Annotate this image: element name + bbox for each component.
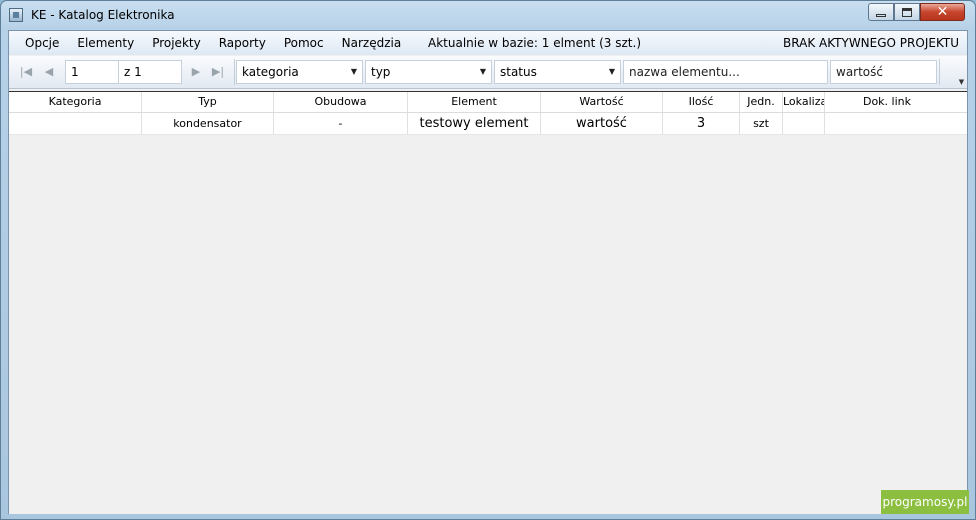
type-select-value: typ [371,65,391,79]
active-project-status: BRAK AKTYWNEGO PROJEKTU [783,36,959,50]
chevron-down-icon: ▼ [608,67,615,76]
menu-opcje[interactable]: Opcje [16,31,68,55]
column-header-kategoria[interactable]: Kategoria [9,92,142,112]
toolbar-separator [939,59,940,85]
menu-bar: Opcje Elementy Projekty Raporty Pomoc Na… [9,31,967,55]
column-header-obudowa[interactable]: Obudowa [274,92,408,112]
table-header: Kategoria Typ Obudowa Element Wartość Il… [9,92,967,113]
status-select[interactable]: status ▼ [494,60,621,84]
minimize-button[interactable] [868,3,894,21]
maximize-icon [902,7,912,17]
chevron-down-icon: ▼ [479,67,486,76]
column-header-element[interactable]: Element [408,92,541,112]
cell-obudowa[interactable]: - [274,113,408,134]
main-client-area: Opcje Elementy Projekty Raporty Pomoc Na… [8,30,968,514]
first-page-icon[interactable]: |◀ [19,65,33,79]
close-button[interactable]: ✕ [920,3,965,21]
table-row[interactable]: kondensator - testowy element wartość 3 … [9,113,967,135]
window-title: KE - Katalog Elektronika [31,8,175,22]
category-select[interactable]: kategoria ▼ [236,60,363,84]
next-page-icon[interactable]: ▶ [189,65,203,79]
elements-table: Kategoria Typ Obudowa Element Wartość Il… [9,91,967,514]
menu-narzedzia[interactable]: Narzędzia [333,31,411,55]
toolbar-overflow-icon[interactable]: ▼ [957,78,966,87]
maximize-button[interactable] [894,3,920,21]
column-header-wartosc[interactable]: Wartość [541,92,663,112]
cell-wartosc[interactable]: wartość [541,113,663,134]
type-select[interactable]: typ ▼ [365,60,492,84]
status-select-value: status [500,65,537,79]
title-bar[interactable]: KE - Katalog Elektronika ✕ [1,1,975,29]
page-count-label: z 1 [119,60,182,84]
column-header-ilosc[interactable]: Ilość [663,92,740,112]
close-icon: ✕ [936,4,949,20]
cell-element[interactable]: testowy element [408,113,541,134]
minimize-icon [876,13,886,17]
cell-jedn[interactable]: szt [740,113,783,134]
menu-projekty[interactable]: Projekty [143,31,210,55]
cell-lokalizacja[interactable] [783,113,825,134]
menu-pomoc[interactable]: Pomoc [275,31,333,55]
menu-raporty[interactable]: Raporty [210,31,275,55]
cell-ilosc[interactable]: 3 [663,113,740,134]
last-page-icon[interactable]: ▶| [211,65,225,79]
element-name-input[interactable]: nazwa elementu... [623,60,828,84]
app-window: KE - Katalog Elektronika ✕ Opcje Element… [0,0,976,520]
chevron-down-icon: ▼ [350,67,357,76]
toolbar-separator [234,59,235,85]
cell-dok-link[interactable] [825,113,949,134]
app-icon[interactable] [9,8,23,22]
filter-toolbar: |◀ ◀ 1 z 1 ▶ ▶| kategoria ▼ typ ▼ status ▼ … [9,56,967,89]
column-header-dok-link[interactable]: Dok. link [825,92,949,112]
previous-page-icon[interactable]: ◀ [42,65,56,79]
category-select-value: kategoria [242,65,299,79]
column-header-typ[interactable]: Typ [142,92,274,112]
column-header-lokalizacja[interactable]: Lokalizacja [783,92,825,112]
database-status: Aktualnie w bazie: 1 elment (3 szt.) [428,36,642,50]
cell-kategoria[interactable] [9,113,142,134]
menu-elementy[interactable]: Elementy [68,31,143,55]
page-number-input[interactable]: 1 [65,60,119,84]
value-input[interactable]: wartość [830,60,937,84]
watermark-badge: programosy.pl [881,490,969,514]
cell-typ[interactable]: kondensator [142,113,274,134]
column-header-jedn[interactable]: Jedn. [740,92,783,112]
